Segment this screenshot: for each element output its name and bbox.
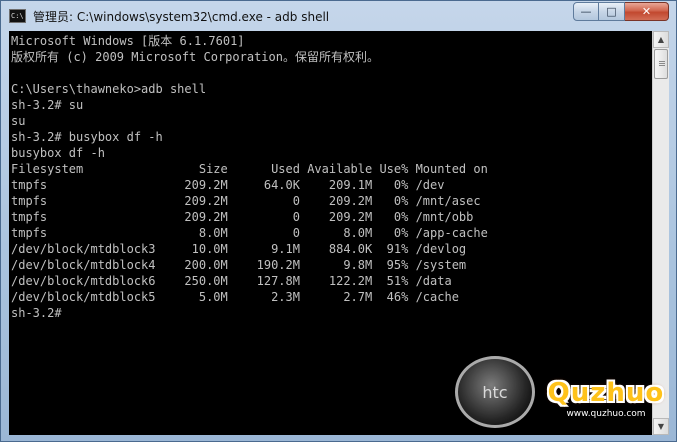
console-output[interactable]: Microsoft Windows [版本 6.1.7601] 版权所有 (c)…	[9, 31, 652, 435]
console-line: tmpfs 209.2M 0 209.2M 0% /mnt/obb	[11, 210, 474, 224]
htc-logo-text: htc	[482, 382, 508, 402]
console-text: Microsoft Windows [版本 6.1.7601] 版权所有 (c)…	[9, 31, 652, 321]
console-line: sh-3.2# su	[11, 98, 84, 112]
console-line: /dev/block/mtdblock4 200.0M 190.2M 9.8M …	[11, 258, 467, 272]
console-line: /dev/block/mtdblock3 10.0M 9.1M 884.0K 9…	[11, 242, 467, 256]
vertical-scrollbar[interactable]: ▲ ▼	[652, 31, 669, 435]
console-line: /dev/block/mtdblock5 5.0M 2.3M 2.7M 46% …	[11, 290, 459, 304]
thumb-grip-line	[659, 63, 665, 64]
console-line: su	[11, 114, 26, 128]
quzhuo-watermark: Quzhuo www.quzhuo.com	[542, 378, 670, 426]
console-line: sh-3.2#	[11, 306, 62, 320]
cmd-app-icon[interactable]: C:\	[9, 9, 26, 23]
thumb-grip-line	[659, 61, 665, 62]
close-button[interactable]: ✕	[625, 2, 669, 21]
minimize-button[interactable]: —	[573, 2, 599, 21]
console-line: 版权所有 (c) 2009 Microsoft Corporation。保留所有…	[11, 50, 379, 64]
console-line: tmpfs 8.0M 0 8.0M 0% /app-cache	[11, 226, 488, 240]
console-line: busybox df -h	[11, 146, 105, 160]
thumb-grip-line	[659, 65, 665, 66]
scroll-up-button[interactable]: ▲	[653, 31, 669, 48]
maximize-button[interactable]: □	[599, 2, 625, 21]
console-line: /dev/block/mtdblock6 250.0M 127.8M 122.2…	[11, 274, 452, 288]
console-line: Microsoft Windows [版本 6.1.7601]	[11, 34, 245, 48]
window-controls: — □ ✕	[573, 2, 669, 22]
window-title: 管理员: C:\windows\system32\cmd.exe - adb s…	[33, 10, 330, 24]
console-line: tmpfs 209.2M 0 209.2M 0% /mnt/asec	[11, 194, 481, 208]
console-line: Filesystem Size Used Available Use% Moun…	[11, 162, 488, 176]
scroll-thumb[interactable]	[654, 49, 668, 79]
console-line: sh-3.2# busybox df -h	[11, 130, 163, 144]
console-line: C:\Users\thawneko>adb shell	[11, 82, 207, 96]
quzhuo-brand-text: Quzhuo	[547, 378, 665, 408]
title-bar[interactable]: C:\ 管理员: C:\windows\system32\cmd.exe - a…	[1, 1, 676, 31]
quzhuo-url-text: www.quzhuo.com	[566, 409, 646, 419]
cmd-window: C:\ 管理员: C:\windows\system32\cmd.exe - a…	[0, 0, 677, 442]
htc-watermark-logo: htc	[455, 356, 535, 428]
console-line: tmpfs 209.2M 64.0K 209.1M 0% /dev	[11, 178, 445, 192]
